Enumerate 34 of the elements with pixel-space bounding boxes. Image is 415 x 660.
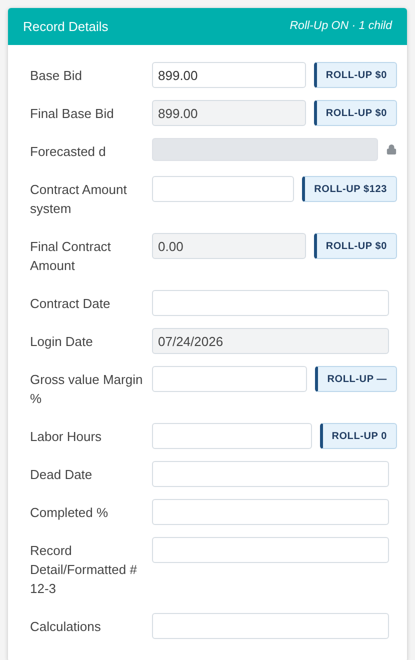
input-field[interactable]: 0.00 bbox=[152, 233, 306, 259]
field-label: Gross value Margin % bbox=[30, 371, 144, 408]
field-label: Labor Hours bbox=[30, 428, 103, 446]
rollup-button[interactable]: ROLL-UP 0 bbox=[320, 423, 397, 449]
field-label: Base Bid bbox=[30, 67, 84, 85]
field-label: Contract Amount system bbox=[30, 181, 128, 218]
input-field[interactable]: 899.00 bbox=[152, 100, 306, 126]
card-title: Record Details bbox=[23, 18, 108, 36]
rollup-button[interactable]: ROLL-UP $0 bbox=[314, 100, 397, 126]
field-label: Final Contract Amount bbox=[30, 238, 112, 275]
field-label: Calculations bbox=[30, 618, 102, 636]
input-field[interactable] bbox=[152, 613, 389, 639]
input-field[interactable]: 07/24/2026 bbox=[152, 328, 389, 354]
rollup-button[interactable]: ROLL-UP $0 bbox=[314, 62, 397, 88]
input-field[interactable] bbox=[152, 499, 389, 525]
input-field[interactable] bbox=[152, 423, 312, 449]
field-label: Final Base Bid bbox=[30, 105, 115, 123]
field-label: Dead Date bbox=[30, 466, 94, 484]
input-field[interactable] bbox=[152, 537, 389, 563]
input-field[interactable]: 899.00 bbox=[152, 62, 306, 88]
field-label: Record Detail/Formatted # 12-3 bbox=[30, 542, 138, 598]
rollup-button[interactable]: ROLL-UP $123 bbox=[302, 176, 397, 202]
input-field[interactable] bbox=[152, 176, 294, 202]
field-label: Completed % bbox=[30, 504, 110, 522]
field-label: Contract Date bbox=[30, 295, 112, 313]
lock-icon bbox=[386, 144, 397, 155]
rollup-status: Roll-Up ON · 1 child bbox=[290, 18, 392, 34]
input-field[interactable] bbox=[152, 290, 389, 316]
field-label: Login Date bbox=[30, 333, 94, 351]
rollup-button[interactable]: ROLL-UP $0 bbox=[314, 233, 397, 259]
input-field[interactable] bbox=[152, 461, 389, 487]
input-field[interactable] bbox=[152, 366, 308, 392]
field-label: Forecasted d bbox=[30, 143, 107, 161]
rollup-button[interactable]: ROLL-UP — bbox=[315, 366, 397, 392]
